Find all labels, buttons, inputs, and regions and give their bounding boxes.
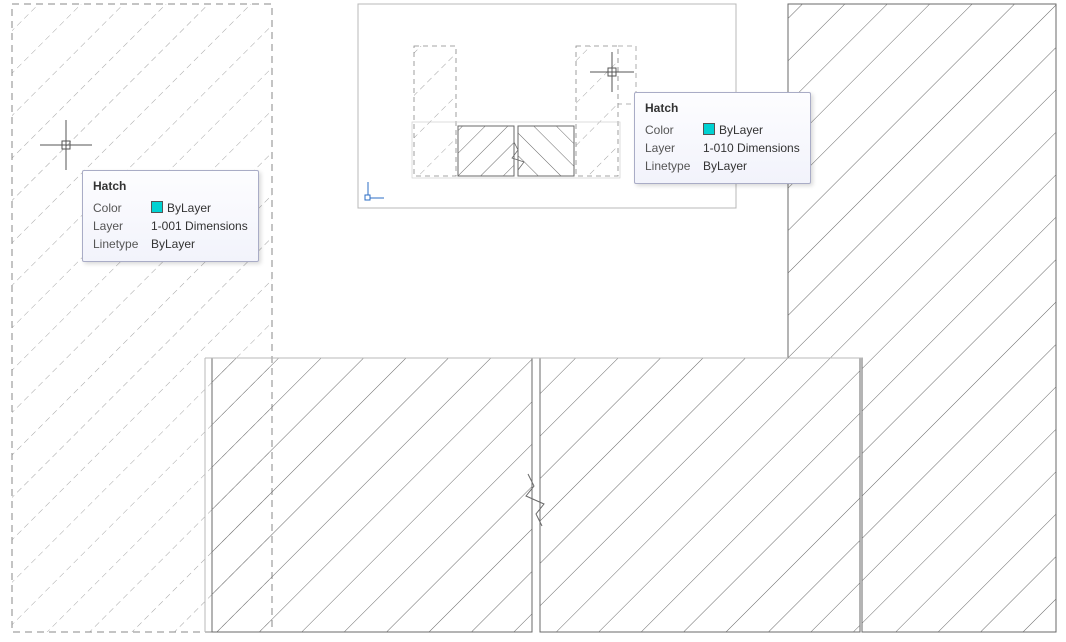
tooltip-layer-value: 1-001 Dimensions [151, 217, 248, 235]
ucs-icon [365, 182, 384, 200]
tooltip-linetype-label: Linetype [93, 235, 141, 253]
color-swatch-icon [151, 201, 163, 213]
entity-tooltip-right: Hatch Color ByLayer Layer 1-010 Dimensio… [634, 92, 811, 184]
tooltip-linetype-label: Linetype [645, 157, 693, 175]
entity-tooltip-left: Hatch Color ByLayer Layer 1-001 Dimensio… [82, 170, 259, 262]
hatch-bottom-right-panel[interactable] [540, 358, 860, 632]
tooltip-layer-label: Layer [645, 139, 693, 157]
tooltip-title: Hatch [645, 101, 800, 115]
hatch-bottom-left-panel[interactable] [212, 358, 532, 632]
tooltip-layer-label: Layer [93, 217, 141, 235]
cad-drawing-canvas[interactable] [0, 0, 1066, 642]
tooltip-title: Hatch [93, 179, 248, 193]
detail-hatch-bar-left[interactable] [414, 46, 456, 176]
tooltip-color-value: ByLayer [151, 199, 211, 217]
tooltip-color-label: Color [645, 121, 693, 139]
tooltip-color-label: Color [93, 199, 141, 217]
tooltip-linetype-value: ByLayer [151, 235, 195, 253]
tooltip-linetype-value: ByLayer [703, 157, 747, 175]
tooltip-layer-value: 1-010 Dimensions [703, 139, 800, 157]
tooltip-color-value: ByLayer [703, 121, 763, 139]
color-swatch-icon [703, 123, 715, 135]
detail-hatch-box-b[interactable] [518, 126, 574, 176]
detail-hatch-box-a[interactable] [458, 126, 514, 176]
